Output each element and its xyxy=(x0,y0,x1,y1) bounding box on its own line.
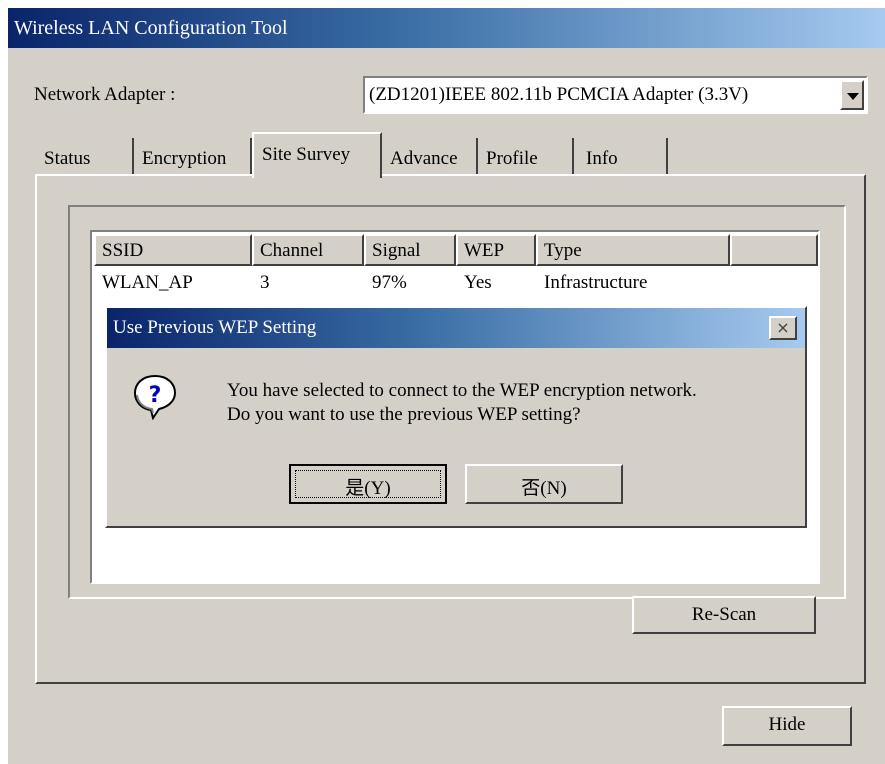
svg-text:?: ? xyxy=(149,383,162,408)
tab-info[interactable]: Info xyxy=(574,138,668,176)
chevron-down-icon xyxy=(847,93,859,100)
no-button-label: 否(N) xyxy=(521,478,567,499)
main-window: Wireless LAN Configuration Tool Network … xyxy=(8,8,885,764)
dropdown-button[interactable] xyxy=(840,80,864,110)
rescan-button[interactable]: Re-Scan xyxy=(632,596,816,634)
title-bar[interactable]: Wireless LAN Configuration Tool xyxy=(8,8,885,48)
network-adapter-select[interactable]: (ZD1201)IEEE 802.11b PCMCIA Adapter (3.3… xyxy=(363,76,868,114)
tab-encryption[interactable]: Encryption xyxy=(134,138,252,176)
network-adapter-label: Network Adapter : xyxy=(34,84,176,105)
question-icon: ? xyxy=(133,374,177,420)
tab-encryption-label: Encryption xyxy=(142,148,227,169)
column-header-ssid[interactable]: SSID xyxy=(94,234,252,266)
cell-ssid: WLAN_AP xyxy=(102,272,193,293)
cell-channel: 3 xyxy=(260,272,270,293)
no-button[interactable]: 否(N) xyxy=(465,464,623,504)
cell-signal: 97% xyxy=(372,272,407,293)
tab-advance[interactable]: Advance xyxy=(382,138,478,176)
dialog-title-bar[interactable]: Use Previous WEP Setting × xyxy=(107,308,805,348)
wep-setting-dialog: Use Previous WEP Setting × ? You have se… xyxy=(105,306,807,528)
column-header-empty xyxy=(730,234,818,266)
tab-profile-label: Profile xyxy=(486,148,538,169)
hide-button-label: Hide xyxy=(768,714,806,735)
network-adapter-value: (ZD1201)IEEE 802.11b PCMCIA Adapter (3.3… xyxy=(369,84,749,105)
hide-button[interactable]: Hide xyxy=(722,706,852,746)
column-header-wep[interactable]: WEP xyxy=(456,234,536,266)
rescan-button-label: Re-Scan xyxy=(691,604,757,625)
window-title: Wireless LAN Configuration Tool xyxy=(14,17,288,39)
close-icon[interactable]: × xyxy=(769,316,797,340)
column-header-type[interactable]: Type xyxy=(536,234,730,266)
dialog-title: Use Previous WEP Setting xyxy=(113,317,317,338)
cell-type: Infrastructure xyxy=(544,272,648,293)
tab-status-label: Status xyxy=(44,148,91,169)
tab-profile[interactable]: Profile xyxy=(478,138,574,176)
tab-status[interactable]: Status xyxy=(36,138,134,176)
yes-button-label: 是(Y) xyxy=(345,478,391,499)
column-header-channel[interactable]: Channel xyxy=(252,234,364,266)
dialog-message-line2: Do you want to use the previous WEP sett… xyxy=(227,404,581,425)
cell-wep: Yes xyxy=(464,272,492,293)
tab-site-survey[interactable]: Site Survey xyxy=(252,132,382,178)
tab-info-label: Info xyxy=(586,148,618,169)
dialog-message-line1: You have selected to connect to the WEP … xyxy=(227,380,697,401)
yes-button[interactable]: 是(Y) xyxy=(289,464,447,504)
tab-advance-label: Advance xyxy=(390,148,458,169)
column-header-signal[interactable]: Signal xyxy=(364,234,456,266)
tab-site-survey-label: Site Survey xyxy=(262,144,351,165)
